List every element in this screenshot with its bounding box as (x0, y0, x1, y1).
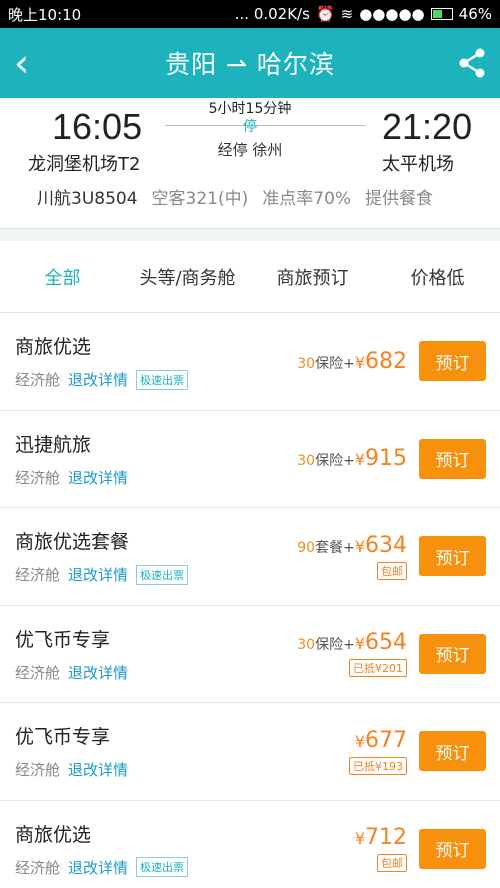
fast-ticket-badge: 极速出票 (136, 369, 189, 390)
top-bar: ‹ 贵阳 ⇀ 哈尔滨 (0, 28, 500, 98)
book-button[interactable]: 预订 (419, 341, 486, 382)
price: 30 保险+ ¥ 682 (297, 349, 407, 374)
refund-details-link[interactable]: 退改详情 (68, 662, 128, 683)
flight-number: 川航3U8504 (37, 189, 138, 209)
price-amount: 677 (365, 727, 407, 753)
currency-symbol: ¥ (354, 731, 365, 751)
offer-list: 商旅优选 经济舱 退改详情 极速出票 30 保险+ ¥ 682 预订 迅捷航旅 (0, 313, 500, 888)
book-button[interactable]: 预订 (419, 828, 486, 869)
cabin-class: 经济舱 (15, 468, 61, 487)
meal-info: 提供餐食 (365, 189, 434, 209)
network-speed: ... 0.02K/s (234, 5, 310, 23)
refund-details-link[interactable]: 退改详情 (68, 369, 128, 390)
currency-symbol: ¥ (354, 536, 365, 556)
back-icon[interactable]: ‹ (14, 44, 54, 82)
price-tag: 包邮 (377, 854, 407, 873)
currency-symbol: ¥ (354, 829, 365, 849)
list-item[interactable]: 商旅优选 经济舱 退改详情 极速出票 30 保险+ ¥ 682 预订 (0, 313, 500, 411)
price: ¥ 677 (349, 728, 407, 753)
price-amount: 915 (365, 446, 407, 472)
tab-lowest-price[interactable]: 价格低 (375, 264, 500, 290)
departure-time: 16:05 (52, 106, 143, 147)
vendor-name: 商旅优选套餐 (15, 531, 130, 554)
extra-label: 保险+ (315, 355, 355, 372)
list-item[interactable]: 优飞币专享 经济舱 退改详情 30 保险+ ¥ 654 已抵¥201 预订 (0, 606, 500, 703)
fast-ticket-badge: 极速出票 (136, 564, 189, 585)
fast-ticket-badge: 极速出票 (136, 857, 189, 878)
extra-label: 保险+ (315, 637, 355, 654)
book-button[interactable]: 预订 (419, 438, 486, 479)
cabin-class: 经济舱 (15, 566, 61, 585)
list-item[interactable]: 商旅优选套餐 经济舱 退改详情 极速出票 90 套餐+ ¥ 634 包邮 预订 (0, 508, 500, 606)
extra-label: 套餐+ (315, 539, 355, 556)
page-title: 贵阳 ⇀ 哈尔滨 (165, 50, 335, 79)
refund-details-link[interactable]: 退改详情 (68, 759, 128, 780)
flight-info: 川航3U8504 空客321(中) 准点率70% 提供餐食 (37, 184, 470, 209)
refund-details-link[interactable]: 退改详情 (68, 467, 128, 488)
currency-symbol: ¥ (354, 450, 365, 470)
price: 90 套餐+ ¥ 634 (297, 533, 407, 558)
price-tag: 已抵¥193 (349, 756, 407, 775)
arrival-time: 21:20 (382, 106, 473, 147)
ontime-rate: 准点率70% (262, 189, 352, 209)
price-tag: 包邮 (377, 561, 407, 580)
extra-amount: 30 (297, 453, 316, 470)
vendor-name: 商旅优选 (15, 336, 92, 359)
currency-symbol: ¥ (354, 634, 365, 654)
price-amount: 634 (365, 532, 407, 558)
cabin-class: 经济舱 (15, 371, 61, 390)
vendor-name: 优飞币专享 (15, 726, 111, 749)
divider (0, 229, 500, 241)
list-item[interactable]: 优飞币专享 经济舱 退改详情 ¥ 677 已抵¥193 预订 (0, 703, 500, 801)
cabin-class: 经济舱 (15, 761, 61, 780)
vendor-name: 迅捷航旅 (15, 433, 92, 456)
price: 30 保险+ ¥ 915 (297, 446, 407, 471)
list-item[interactable]: 迅捷航旅 经济舱 退改详情 30 保险+ ¥ 915 预订 (0, 411, 500, 508)
currency-symbol: ¥ (354, 352, 365, 372)
departure-airport: 龙洞堡机场T2 (28, 154, 141, 175)
price: ¥ 712 (355, 825, 407, 850)
signal-icon: ●●●●● (359, 5, 425, 23)
cabin-class: 经济舱 (15, 663, 61, 682)
book-button[interactable]: 预订 (419, 536, 486, 577)
flight-summary: 5小时15分钟 停 经停 徐州 16:05 21:20 龙洞堡机场T2 太平机场… (0, 98, 500, 229)
cabin-class: 经济舱 (15, 858, 61, 877)
price-amount: 682 (365, 348, 407, 374)
arrival-airport: 太平机场 (382, 154, 454, 175)
book-button[interactable]: 预订 (419, 633, 486, 674)
tab-business-travel[interactable]: 商旅预订 (250, 264, 375, 290)
refund-details-link[interactable]: 退改详情 (68, 564, 128, 585)
filter-tabs: 全部 头等/商务舱 商旅预订 价格低 (0, 241, 500, 313)
status-bar: 晚上10:10 ... 0.02K/s ⏰ ≋ ●●●●● 46% (0, 0, 500, 28)
price: 30 保险+ ¥ 654 (297, 630, 407, 655)
price-tag: 已抵¥201 (349, 659, 407, 678)
refund-details-link[interactable]: 退改详情 (68, 857, 128, 878)
extra-amount: 90 (297, 539, 316, 556)
vendor-name: 商旅优选 (15, 823, 92, 846)
list-item[interactable]: 商旅优选 经济舱 退改详情 极速出票 ¥ 712 包邮 预订 (0, 801, 500, 888)
price-amount: 712 (365, 825, 407, 851)
status-time: 晚上10:10 (8, 5, 82, 24)
battery-icon (430, 8, 453, 20)
alarm-icon: ⏰ (315, 5, 335, 23)
extra-amount: 30 (297, 355, 316, 372)
price-amount: 654 (365, 630, 407, 656)
share-icon[interactable] (446, 48, 486, 78)
extra-label: 保险+ (315, 453, 355, 470)
book-button[interactable]: 预订 (419, 731, 486, 772)
vendor-name: 优飞币专享 (15, 628, 111, 651)
tab-all[interactable]: 全部 (0, 264, 125, 290)
extra-amount: 30 (297, 637, 316, 654)
wifi-icon: ≋ (340, 5, 354, 23)
tab-first-business[interactable]: 头等/商务舱 (125, 264, 250, 290)
aircraft-type: 空客321(中) (151, 189, 249, 209)
battery-percent: 46% (458, 5, 492, 23)
